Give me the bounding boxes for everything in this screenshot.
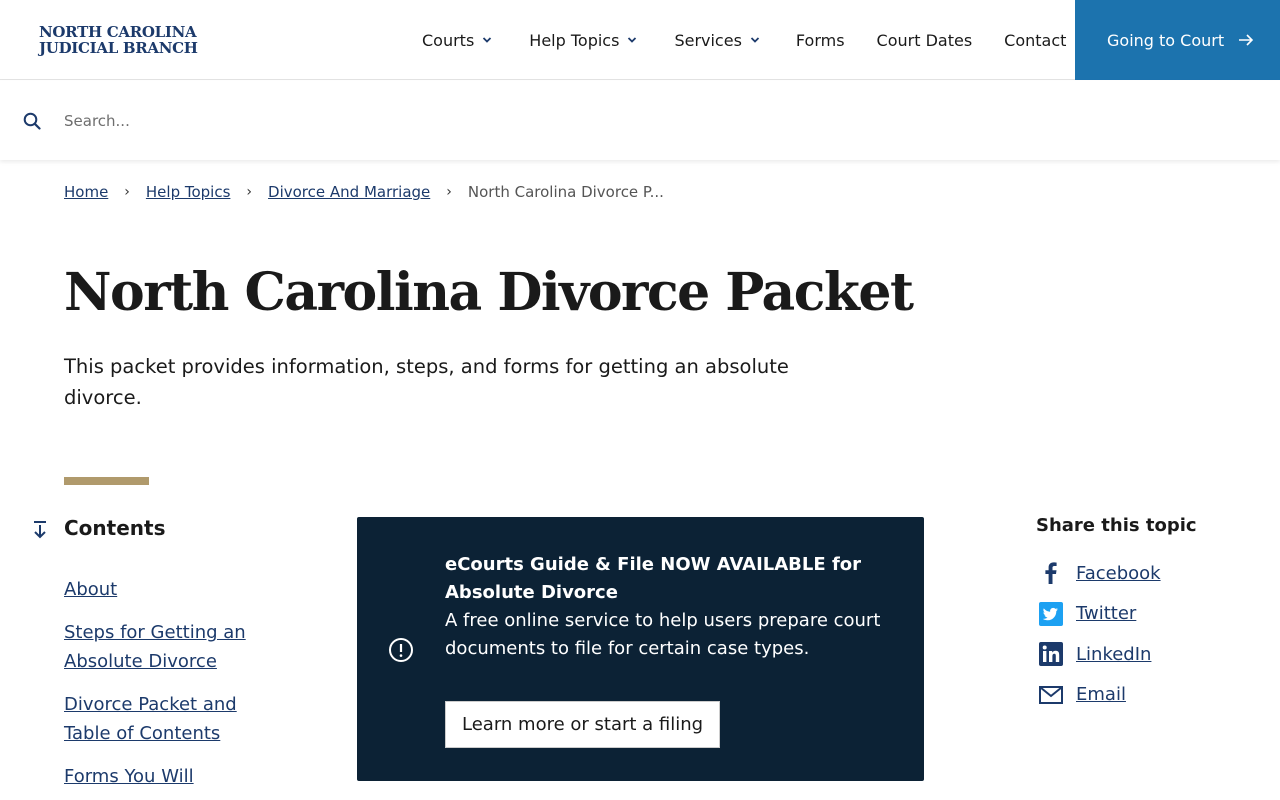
toc-link-steps[interactable]: Steps for Getting an Absolute Divorce xyxy=(64,622,246,672)
alert-circle-icon xyxy=(389,638,413,662)
logo-line-1: NORTH CAROLINA xyxy=(39,23,197,41)
page-title: North Carolina Divorce Packet xyxy=(64,262,914,323)
share-link-email[interactable]: Email xyxy=(1076,684,1126,705)
going-to-court-label: Going to Court xyxy=(1107,30,1225,50)
ecourts-notice: eCourts Guide & File NOW AVAILABLE for A… xyxy=(357,517,924,781)
site-logo[interactable]: NORTH CAROLINA JUDICIAL BRANCH xyxy=(39,24,198,56)
page-lede: This packet provides information, steps,… xyxy=(64,355,789,409)
going-to-court-button[interactable]: Going to Court xyxy=(1075,0,1280,80)
accent-divider xyxy=(64,477,149,485)
breadcrumb-divorce-and-marriage[interactable]: Divorce And Marriage xyxy=(268,183,430,201)
email-icon xyxy=(1038,682,1064,708)
nav-forms[interactable]: Forms xyxy=(796,31,845,50)
search-input[interactable] xyxy=(64,105,664,137)
linkedin-icon xyxy=(1038,641,1064,667)
arrow-down-to-line-icon[interactable] xyxy=(32,520,48,540)
share-links: Facebook Twitter LinkedIn Email xyxy=(1038,559,1161,721)
breadcrumb-home[interactable]: Home xyxy=(64,183,108,201)
nav-courts[interactable]: Courts xyxy=(422,31,492,50)
search-icon[interactable] xyxy=(23,112,41,130)
arrow-right-icon xyxy=(1239,34,1254,46)
chevron-down-icon xyxy=(628,37,637,43)
toc-link-forms[interactable]: Forms You Will xyxy=(64,766,194,787)
nav-forms-label: Forms xyxy=(795,30,845,50)
chevron-right-icon: › xyxy=(246,184,253,200)
chevron-right-icon: › xyxy=(446,184,452,200)
share-item-email: Email xyxy=(1038,681,1161,709)
nav-courts-label: Courts xyxy=(422,30,475,50)
breadcrumb-current: North Carolina Divorce P... xyxy=(467,183,664,201)
nav-court-dates-label: Court Dates xyxy=(876,30,973,50)
toc-item: About xyxy=(64,575,264,604)
chevron-down-icon xyxy=(750,37,760,43)
search-bar xyxy=(0,81,1280,160)
site-header: NORTH CAROLINA JUDICIAL BRANCH Courts He… xyxy=(0,0,1280,80)
notice-heading: eCourts Guide & File NOW AVAILABLE for A… xyxy=(445,554,862,603)
twitter-icon xyxy=(1038,601,1064,627)
chevron-down-icon xyxy=(483,37,492,43)
chevron-right-icon: › xyxy=(124,184,130,200)
share-item-facebook: Facebook xyxy=(1038,559,1161,587)
breadcrumb: Home › Help Topics › Divorce And Marriag… xyxy=(64,183,664,201)
toc-link-divorce-packet[interactable]: Divorce Packet and Table of Contents xyxy=(64,694,237,744)
logo-line-2: JUDICIAL BRANCH xyxy=(39,39,198,57)
learn-more-button[interactable]: Learn more or start a filing xyxy=(445,701,721,748)
contents-heading: Contents xyxy=(64,516,166,540)
toc-link-about[interactable]: About xyxy=(64,579,117,600)
share-heading: Share this topic xyxy=(1036,515,1197,536)
breadcrumb-help-topics[interactable]: Help Topics xyxy=(146,183,231,201)
toc-item: Steps for Getting an Absolute Divorce xyxy=(64,618,264,676)
nav-contact[interactable]: Contact xyxy=(1004,31,1066,50)
share-link-linkedin[interactable]: LinkedIn xyxy=(1076,644,1151,665)
main-nav: Courts Help Topics Services Forms Court … xyxy=(422,0,1066,80)
nav-services[interactable]: Services xyxy=(674,30,760,50)
facebook-icon xyxy=(1038,560,1064,586)
notice-body: A free online service to help users prep… xyxy=(445,610,881,659)
toc-item: Divorce Packet and Table of Contents xyxy=(64,690,264,748)
nav-court-dates[interactable]: Court Dates xyxy=(877,31,973,50)
toc-item: Forms You Will xyxy=(64,762,264,791)
nav-help-topics[interactable]: Help Topics xyxy=(529,31,637,50)
table-of-contents: About Steps for Getting an Absolute Divo… xyxy=(64,575,264,800)
nav-contact-label: Contact xyxy=(1004,30,1067,50)
share-link-twitter[interactable]: Twitter xyxy=(1076,603,1136,624)
share-item-twitter: Twitter xyxy=(1038,600,1161,628)
nav-help-topics-label: Help Topics xyxy=(529,30,620,50)
share-link-facebook[interactable]: Facebook xyxy=(1076,563,1161,584)
nav-services-label: Services xyxy=(674,30,742,50)
share-item-linkedin: LinkedIn xyxy=(1038,640,1161,668)
